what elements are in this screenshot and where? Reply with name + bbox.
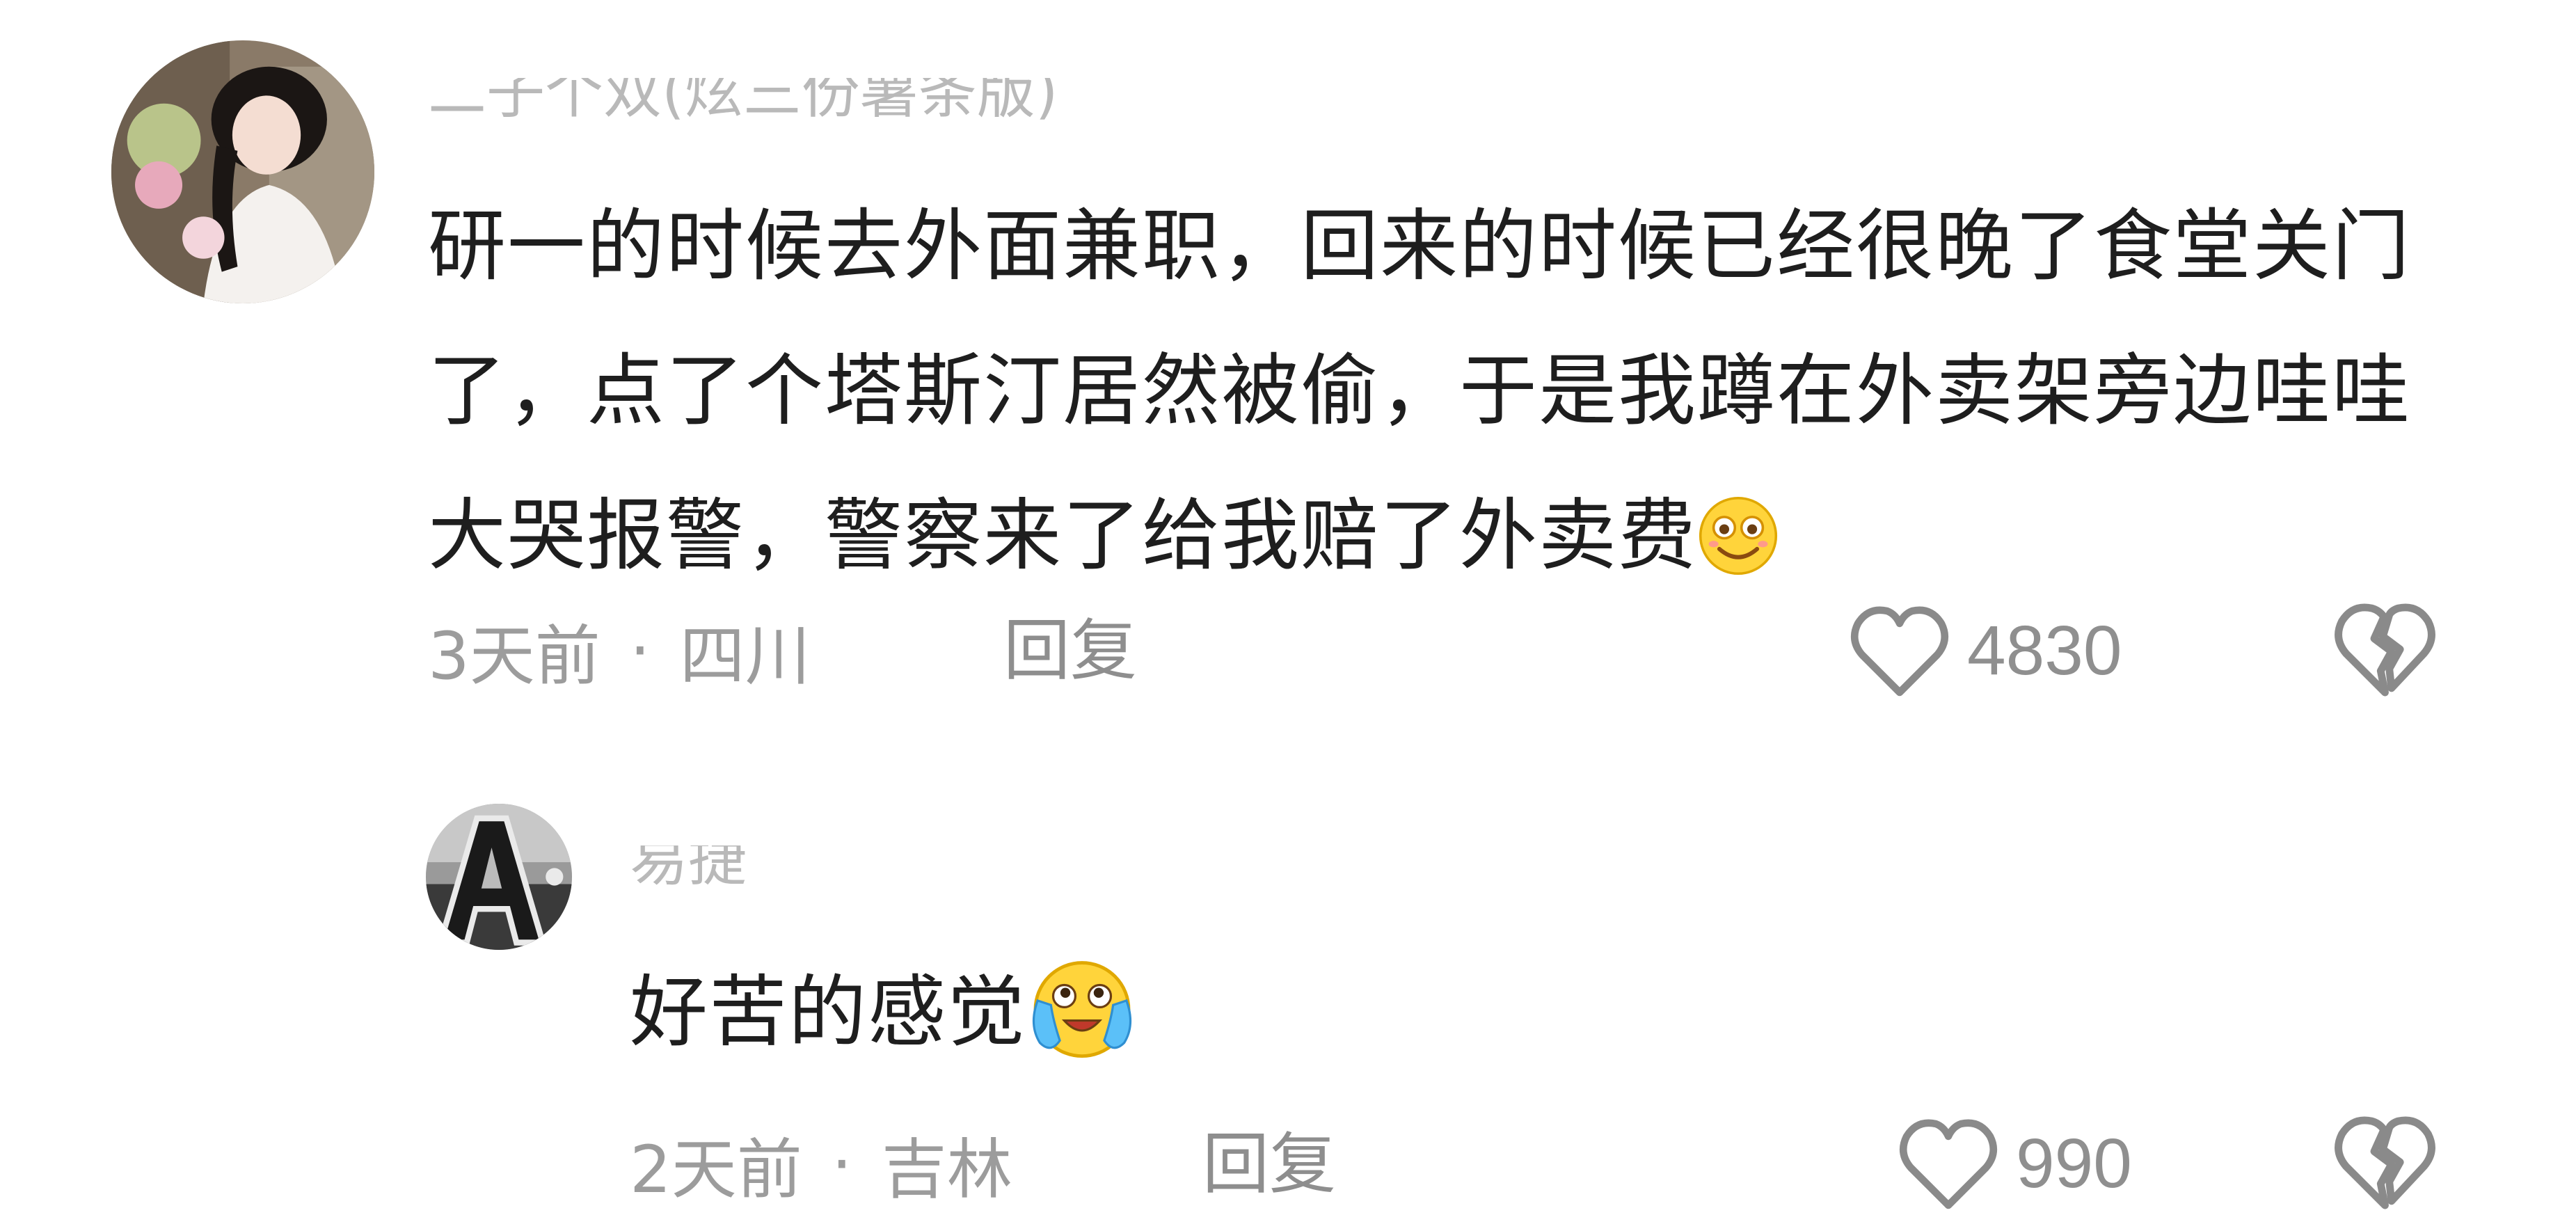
- broken-heart-outline-icon: [2335, 1116, 2435, 1209]
- avatar-photo: [111, 40, 374, 303]
- comment-meta: 3天前 · 四川: [428, 612, 811, 695]
- like-button[interactable]: 990: [1896, 1108, 2132, 1219]
- dislike-button[interactable]: [2331, 595, 2439, 699]
- reply-button[interactable]: 回复: [1003, 612, 1137, 689]
- comment-text: 研一的时候去外面兼职，回来的时候已经很晚了食堂关门了，点了个塔斯汀居然被偷，于是…: [428, 174, 2481, 613]
- meta-separator: ·: [629, 612, 651, 689]
- heart-outline-icon: [1850, 606, 1949, 697]
- comment-time: 3天前: [428, 619, 601, 694]
- username[interactable]: 易捷: [630, 845, 811, 897]
- avatar[interactable]: [426, 804, 572, 950]
- like-button[interactable]: 4830: [1847, 595, 2122, 706]
- avatar-photo: [426, 804, 572, 950]
- comment-location: 吉林: [881, 1132, 1012, 1208]
- avatar[interactable]: [111, 40, 374, 303]
- reply-button[interactable]: 回复: [1202, 1126, 1336, 1202]
- dizzy-smile-emoji-icon: [1697, 468, 1779, 613]
- heart-outline-icon: [1899, 1119, 1998, 1209]
- comment-location: 四川: [679, 619, 811, 694]
- comment-body: 研一的时候去外面兼职，回来的时候已经很晚了食堂关门了，点了个塔斯汀居然被偷，于是…: [428, 201, 2411, 581]
- broken-heart-outline-icon: [2335, 603, 2435, 697]
- crying-laughing-emoji-icon: [1026, 956, 1138, 1079]
- comment-text: 好苦的感觉: [630, 953, 1138, 1079]
- like-count: 990: [2016, 1124, 2132, 1202]
- username[interactable]: 二子个双(炫三份薯条版): [428, 78, 1263, 129]
- comment-thread: 二子个双(炫三份薯条版) 研一的时候去外面兼职，回来的时候已经很晚了食堂关门了，…: [0, 0, 2576, 1231]
- meta-separator: ·: [831, 1126, 852, 1202]
- comment-meta: 2天前 · 吉林: [630, 1126, 1012, 1209]
- comment-body: 好苦的感觉: [630, 967, 1026, 1058]
- dislike-button[interactable]: [2331, 1108, 2439, 1212]
- like-count: 4830: [1967, 611, 2122, 690]
- comment-time: 2天前: [630, 1132, 802, 1208]
